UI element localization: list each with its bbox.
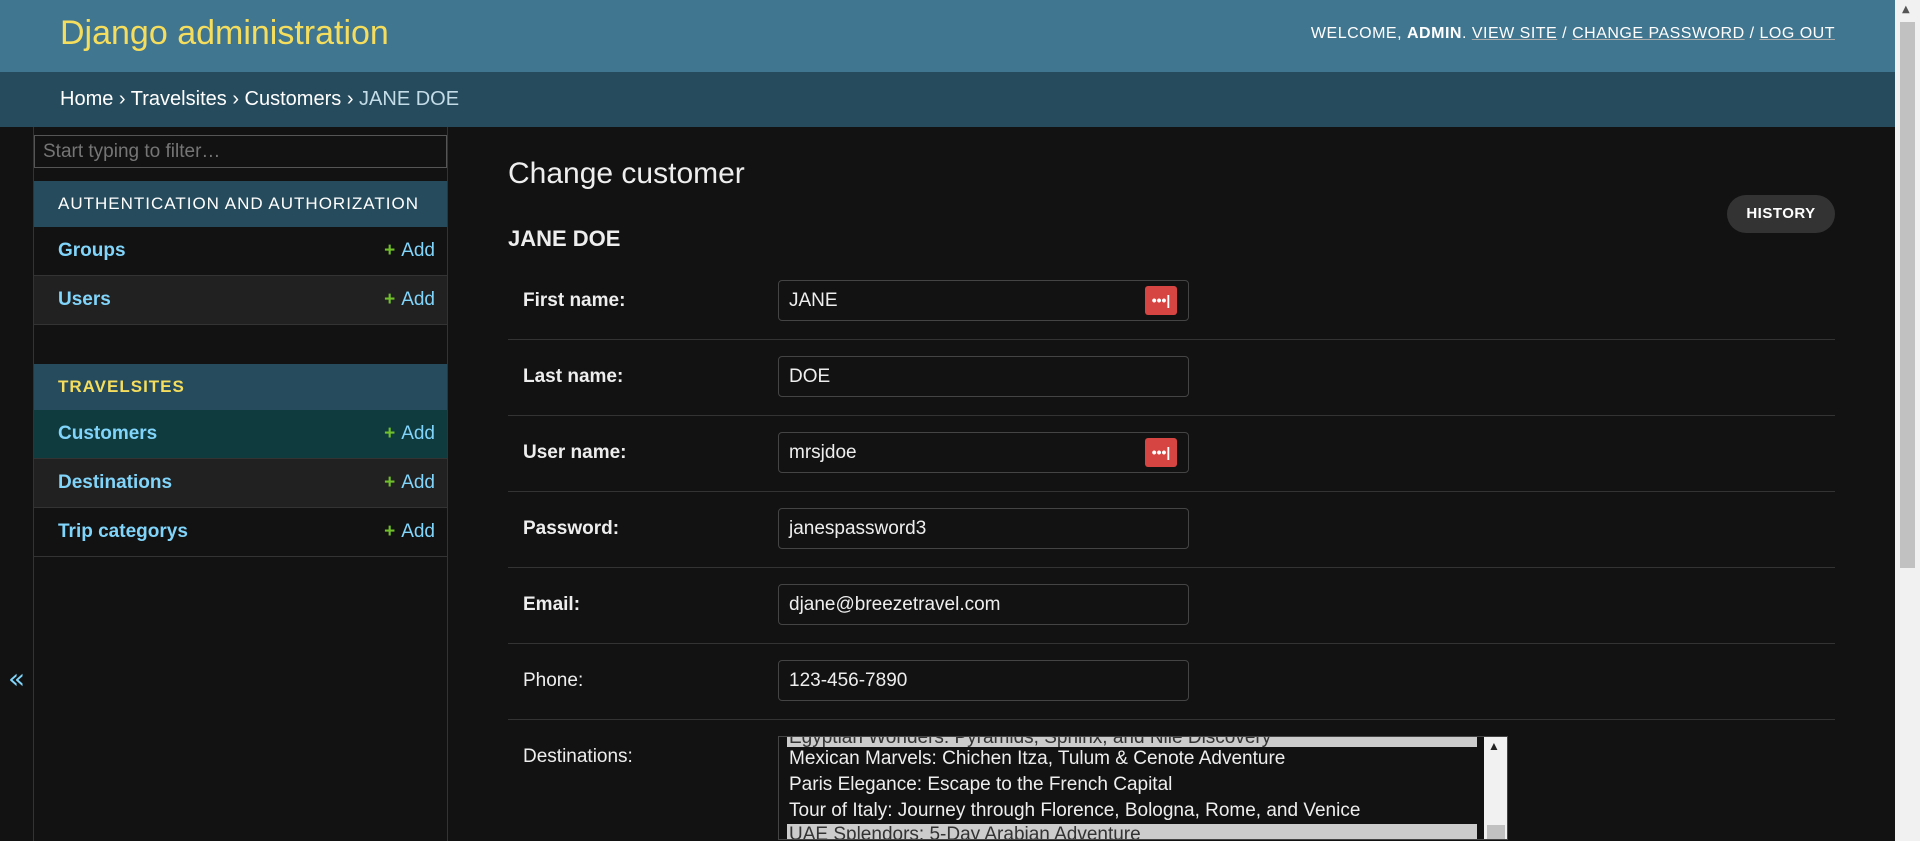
sidebar-item-customers: Customers + Add: [34, 410, 447, 459]
sidebar-item-customers-link[interactable]: Customers: [58, 423, 157, 445]
sidebar-item-groups: Groups + Add: [34, 227, 447, 276]
sidebar-item-destinations: Destinations + Add: [34, 459, 447, 508]
phone-field[interactable]: 123-456-7890: [778, 660, 1189, 701]
phone-label: Phone:: [523, 670, 584, 691]
log-out-link[interactable]: LOG OUT: [1759, 25, 1835, 42]
user-tools: WELCOME, ADMIN. VIEW SITE / CHANGE PASSW…: [1310, 25, 1835, 42]
plus-icon: +: [384, 240, 396, 261]
first-name-value: JANE: [789, 290, 838, 311]
password-manager-icon[interactable]: •••|: [1145, 438, 1177, 467]
destination-option[interactable]: Mexican Marvels: Chichen Itza, Tulum & C…: [789, 748, 1285, 770]
password-label: Password:: [523, 518, 620, 539]
user-name-value: mrsjdoe: [789, 442, 857, 463]
email-field[interactable]: djane@breezetravel.com: [778, 584, 1189, 625]
page-scroll-thumb[interactable]: [1900, 22, 1915, 568]
sidebar-item-users: Users + Add: [34, 276, 447, 325]
welcome-text: WELCOME,: [1310, 25, 1403, 42]
email-label: Email:: [523, 594, 581, 615]
breadcrumb-app[interactable]: Travelsites: [131, 88, 227, 110]
form-row-destinations: Destinations: Egyptian Wonders: Pyramids…: [508, 720, 1835, 840]
sidebar-item-users-link[interactable]: Users: [58, 289, 111, 311]
page-scrollbar[interactable]: ▲: [1895, 0, 1920, 841]
destination-option[interactable]: Egyptian Wonders: Pyramids, Sphinx, and …: [787, 737, 1477, 747]
view-site-link[interactable]: VIEW SITE: [1472, 25, 1557, 42]
form-row-user-name: User name: mrsjdoe •••|: [508, 416, 1835, 492]
destinations-multiselect[interactable]: Egyptian Wonders: Pyramids, Sphinx, and …: [778, 736, 1508, 840]
nav-filter-input[interactable]: [34, 135, 447, 168]
breadcrumb: Home › Travelsites › Customers › JANE DO…: [0, 72, 1895, 127]
scroll-up-icon[interactable]: ▲: [1488, 739, 1500, 753]
add-users-button[interactable]: + Add: [384, 289, 435, 311]
breadcrumb-separator: ›: [232, 88, 239, 110]
phone-value: 123-456-7890: [789, 670, 908, 691]
destination-option[interactable]: Paris Elegance: Escape to the French Cap…: [789, 774, 1172, 796]
plus-icon: +: [384, 423, 396, 444]
first-name-field[interactable]: JANE •••|: [778, 280, 1189, 321]
form-row-email: Email: djane@breezetravel.com: [508, 568, 1835, 644]
breadcrumb-current: JANE DOE: [359, 88, 460, 110]
form-row-phone: Phone: 123-456-7890: [508, 644, 1835, 720]
collapse-sidebar-icon[interactable]: «: [8, 662, 25, 695]
destinations-scroll-thumb[interactable]: [1487, 825, 1505, 839]
destinations-label: Destinations:: [523, 746, 633, 767]
user-name-field[interactable]: mrsjdoe •••|: [778, 432, 1189, 473]
breadcrumb-separator: ›: [346, 88, 354, 110]
nav-sidebar: AUTHENTICATION AND AUTHORIZATION Groups …: [34, 127, 448, 841]
plus-icon: +: [384, 472, 396, 493]
destinations-scrollbar[interactable]: ▲: [1484, 737, 1507, 839]
destination-option[interactable]: Tour of Italy: Journey through Florence,…: [789, 800, 1360, 822]
user-name-label: User name:: [523, 442, 627, 463]
scroll-up-icon[interactable]: ▲: [1902, 4, 1910, 15]
add-destinations-button[interactable]: + Add: [384, 472, 435, 494]
first-name-label: First name:: [523, 290, 626, 311]
breadcrumb-separator: ›: [118, 88, 126, 110]
breadcrumb-model[interactable]: Customers: [245, 88, 342, 110]
add-label: Add: [401, 521, 435, 542]
add-label: Add: [401, 472, 435, 493]
username: ADMIN: [1407, 25, 1462, 42]
add-groups-button[interactable]: + Add: [384, 240, 435, 262]
add-label: Add: [401, 289, 435, 310]
sidebar-item-trip-categorys-link[interactable]: Trip categorys: [58, 521, 188, 543]
email-value: djane@breezetravel.com: [789, 594, 1001, 615]
add-label: Add: [401, 240, 435, 261]
last-name-value: DOE: [789, 366, 831, 387]
form-row-last-name: Last name: DOE: [508, 340, 1835, 416]
password-manager-icon[interactable]: •••|: [1145, 286, 1177, 315]
history-button[interactable]: HISTORY: [1727, 195, 1835, 233]
form-row-password: Password: janespassword3: [508, 492, 1835, 568]
plus-icon: +: [384, 521, 396, 542]
site-title[interactable]: Django administration: [60, 14, 389, 53]
change-password-link[interactable]: CHANGE PASSWORD: [1572, 25, 1745, 42]
destination-option[interactable]: UAE Splendors: 5-Day Arabian Adventure: [787, 824, 1477, 839]
header: Django administration WELCOME, ADMIN. VI…: [0, 0, 1895, 72]
sidebar-item-groups-link[interactable]: Groups: [58, 240, 126, 262]
plus-icon: +: [384, 289, 396, 310]
add-trip-categorys-button[interactable]: + Add: [384, 521, 435, 543]
breadcrumb-home[interactable]: Home: [60, 88, 113, 110]
last-name-label: Last name:: [523, 366, 624, 387]
add-customers-button[interactable]: + Add: [384, 423, 435, 445]
sidebar-toggle[interactable]: «: [0, 127, 34, 841]
add-label: Add: [401, 423, 435, 444]
page-title: Change customer: [508, 157, 745, 190]
last-name-field[interactable]: DOE: [778, 356, 1189, 397]
main-content: Change customer HISTORY JANE DOE First n…: [448, 127, 1895, 841]
sidebar-item-trip-categorys: Trip categorys + Add: [34, 508, 447, 557]
password-field[interactable]: janespassword3: [778, 508, 1189, 549]
password-value: janespassword3: [789, 518, 927, 539]
module-caption-auth[interactable]: AUTHENTICATION AND AUTHORIZATION: [34, 181, 447, 227]
object-title: JANE DOE: [508, 226, 621, 251]
module-caption-travelsites[interactable]: TRAVELSITES: [34, 364, 447, 410]
sidebar-item-destinations-link[interactable]: Destinations: [58, 472, 172, 494]
form-row-first-name: First name: JANE •••|: [508, 264, 1835, 340]
